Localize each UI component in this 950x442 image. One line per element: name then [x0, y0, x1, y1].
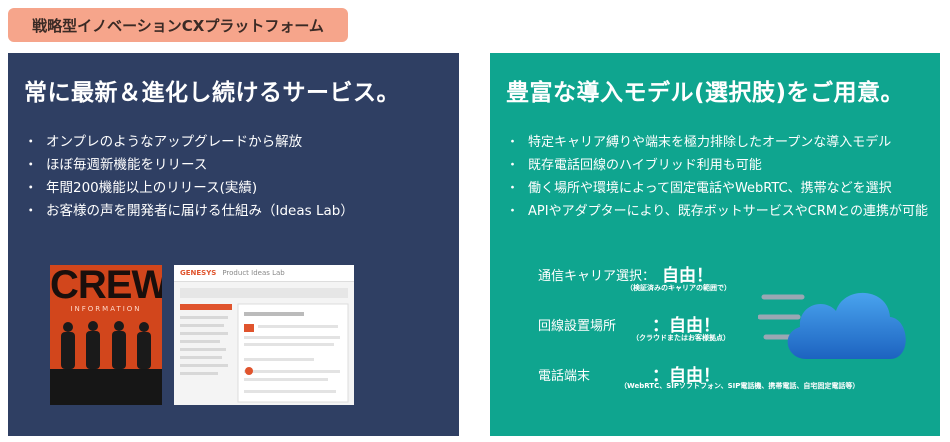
category-tag: 戦略型イノベーションCXプラットフォーム [8, 8, 348, 42]
feature-list: 通信キャリア選択： 自由！ （検証済みのキャリアの範囲で） 回線設置場所 ：自由… [490, 53, 940, 436]
team-silhouettes [61, 321, 151, 369]
genesys-page-mock [180, 288, 349, 403]
feature-carrier-note: （検証済みのキャリアの範囲で） [626, 284, 731, 292]
feature-carrier-label: 通信キャリア選択： [538, 269, 656, 284]
bullet-mark: ・ [24, 134, 38, 150]
crew-info-label: INFORMATION [70, 305, 142, 313]
bullet-mark: ・ [24, 203, 38, 219]
right-panel: 豊富な導入モデル(選択肢)をご用意。 ・特定キャリア縛りや端末を極力排除したオー… [490, 53, 940, 436]
feature-device-note: （WebRTC、SIPソフトフォン、SIP電話機、携帯電話、自宅固定電話等） [620, 382, 860, 390]
bullet-mark: ・ [24, 180, 38, 196]
genesys-header: GENESYS Product Ideas Lab [174, 265, 354, 282]
bullet-mark: ・ [24, 157, 38, 173]
genesys-subtitle: Product Ideas Lab [222, 269, 285, 277]
crew-caption-area [50, 369, 162, 405]
genesys-ideas-lab-screenshot: GENESYS Product Ideas Lab [174, 265, 354, 405]
cloud-icon [758, 292, 906, 359]
list-item: ・お客様の声を開発者に届ける仕組み（Ideas Lab） [24, 200, 354, 223]
feature-device-label: 電話端末 [538, 369, 591, 384]
crew-information-image: CREW INFORMATION [50, 265, 162, 405]
left-panel-title: 常に最新＆進化し続けるサービス。 [24, 80, 400, 106]
left-bullet-list: ・オンプレのようなアップグレードから解放 ・ほぼ毎週新機能をリリース ・年間20… [24, 131, 354, 223]
genesys-logo: GENESYS [180, 269, 217, 277]
list-item: ・年間200機能以上のリリース(実績) [24, 177, 354, 200]
feature-location-label: 回線設置場所 [538, 319, 617, 334]
list-item: ・オンプレのようなアップグレードから解放 [24, 131, 354, 154]
list-item: ・ほぼ毎週新機能をリリース [24, 154, 354, 177]
crew-word: CREW [50, 265, 162, 307]
left-panel: 常に最新＆進化し続けるサービス。 ・オンプレのようなアップグレードから解放 ・ほ… [8, 53, 459, 436]
feature-location-note: （クラウドまたはお客様拠点） [632, 334, 730, 342]
